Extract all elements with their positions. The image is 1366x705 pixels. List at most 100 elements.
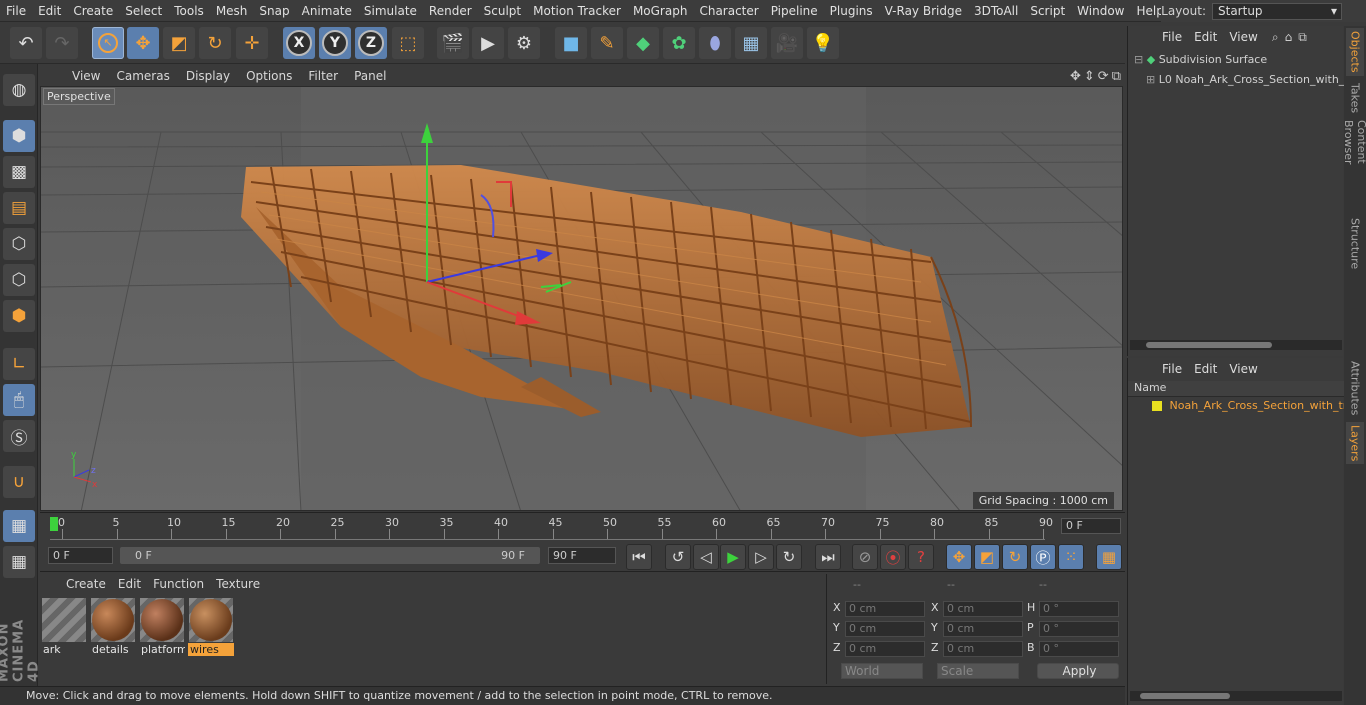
texture-mode-icon[interactable]: ▩ <box>3 156 35 188</box>
pan-icon[interactable]: ✥ <box>1070 69 1081 84</box>
material-swatch-wires[interactable]: wires <box>188 597 234 657</box>
tab-content-browser[interactable]: Content Browser <box>1342 120 1366 210</box>
perspective-viewport[interactable]: y z x <box>40 86 1123 511</box>
next-frame-icon[interactable]: ▷ <box>748 544 774 570</box>
tab-objects[interactable]: Objects <box>1346 28 1364 76</box>
current-frame-field[interactable]: 0 F <box>1061 518 1121 534</box>
coordinate-system-icon[interactable]: ⬚ <box>392 27 424 59</box>
coordinate-mode-select[interactable]: World <box>841 663 923 679</box>
play-icon[interactable]: ▶ <box>720 544 746 570</box>
light-icon[interactable]: 💡 <box>807 27 839 59</box>
scrollbar-thumb[interactable] <box>1140 693 1230 699</box>
previous-frame-icon[interactable]: ◁ <box>693 544 719 570</box>
position-z-field[interactable]: 0 cm <box>845 641 925 657</box>
menu-pipeline[interactable]: Pipeline <box>765 4 824 18</box>
autokey-icon[interactable]: ⦿ <box>880 544 906 570</box>
apply-button[interactable]: Apply <box>1037 663 1119 679</box>
viewport-menu-display[interactable]: Display <box>178 69 238 83</box>
model-mode-icon[interactable]: ⬢ <box>3 120 35 152</box>
rotate-tool-icon[interactable]: ↻ <box>199 27 231 59</box>
viewport-menu-panel[interactable]: Panel <box>346 69 394 83</box>
menu-tools[interactable]: Tools <box>168 4 210 18</box>
menu-window[interactable]: Window <box>1071 4 1130 18</box>
viewport-menu-options[interactable]: Options <box>238 69 300 83</box>
menu-script[interactable]: Script <box>1024 4 1071 18</box>
scale-tool-icon[interactable]: ◩ <box>163 27 195 59</box>
object-menu-edit[interactable]: Edit <box>1188 30 1223 44</box>
layer-menu-view[interactable]: View <box>1223 362 1263 376</box>
orbit-icon[interactable]: ⟳ <box>1098 69 1109 84</box>
object-horizontal-scrollbar[interactable] <box>1130 340 1342 350</box>
render-picture-viewer-icon[interactable]: ▶ <box>472 27 504 59</box>
move-tool-icon[interactable]: ✥ <box>127 27 159 59</box>
next-key-icon[interactable]: ↻ <box>776 544 802 570</box>
layer-menu-edit[interactable]: Edit <box>1188 362 1223 376</box>
rotation-h-field[interactable]: 0 ° <box>1039 601 1119 617</box>
material-menu-function[interactable]: Function <box>147 577 210 591</box>
dolly-icon[interactable]: ⇕ <box>1084 69 1095 84</box>
material-menu-edit[interactable]: Edit <box>112 577 147 591</box>
y-axis-lock[interactable]: Y <box>319 27 351 59</box>
size-mode-select[interactable]: Scale <box>937 663 1019 679</box>
position-y-field[interactable]: 0 cm <box>845 621 925 637</box>
size-y-field[interactable]: 0 cm <box>943 621 1023 637</box>
menu-edit[interactable]: Edit <box>32 4 67 18</box>
z-axis-lock[interactable]: Z <box>355 27 387 59</box>
edges-mode-icon[interactable]: ⬡ <box>3 264 35 296</box>
material-menu-create[interactable]: Create <box>60 577 112 591</box>
home-icon[interactable]: ⌂ <box>1285 30 1293 44</box>
mograph-cloner-icon[interactable]: ✿ <box>663 27 695 59</box>
menu-mograph[interactable]: MoGraph <box>627 4 694 18</box>
layer-color-swatch[interactable] <box>1152 401 1162 411</box>
key-rotation-icon[interactable]: ↻ <box>1002 544 1028 570</box>
menu-render[interactable]: Render <box>423 4 478 18</box>
viewport-menu-view[interactable]: View <box>64 69 108 83</box>
make-editable-icon[interactable]: ◍ <box>3 74 35 106</box>
tab-takes[interactable]: Takes <box>1346 80 1364 116</box>
key-parameter-icon[interactable]: Ⓟ <box>1030 544 1056 570</box>
redo-icon[interactable]: ↷ <box>46 27 78 59</box>
key-pla-icon[interactable]: ⁙ <box>1058 544 1084 570</box>
polygons-mode-icon[interactable]: ⬢ <box>3 300 35 332</box>
snapping-icon[interactable]: ∪ <box>3 466 35 498</box>
menu-character[interactable]: Character <box>693 4 764 18</box>
solo-mode-icon[interactable]: Ⓢ <box>3 420 35 452</box>
material-swatch-ark[interactable]: ark <box>41 597 87 657</box>
record-keys-icon[interactable]: ⊘ <box>852 544 878 570</box>
menu-mesh[interactable]: Mesh <box>210 4 254 18</box>
layer-menu-file[interactable]: File <box>1156 362 1188 376</box>
layout-select[interactable]: Startup <box>1212 2 1342 20</box>
tweak-mode-icon[interactable]: 🖱 <box>3 384 35 416</box>
workplane-mode-icon[interactable]: ▤ <box>3 192 35 224</box>
undo-icon[interactable]: ↶ <box>10 27 42 59</box>
menu-simulate[interactable]: Simulate <box>358 4 423 18</box>
timeline-window-icon[interactable]: ▦ <box>1096 544 1122 570</box>
position-x-field[interactable]: 0 cm <box>845 601 925 617</box>
expand-icon[interactable]: ⊞ <box>1146 73 1155 86</box>
locked-workplane-icon[interactable]: ▦ <box>3 546 35 578</box>
size-z-field[interactable]: 0 cm <box>943 641 1023 657</box>
menu-snap[interactable]: Snap <box>253 4 295 18</box>
axis-mode-icon[interactable]: ∟ <box>3 348 35 380</box>
key-scale-icon[interactable]: ◩ <box>974 544 1000 570</box>
transform-tool-icon[interactable]: ✛ <box>236 27 268 59</box>
preview-range-slider[interactable]: 0 F 90 F <box>120 547 540 564</box>
tab-layers[interactable]: Layers <box>1346 422 1364 464</box>
start-frame-field[interactable]: 0 F <box>48 547 113 564</box>
menu-3dtoall[interactable]: 3DToAll <box>968 4 1024 18</box>
object-row-noah-ark[interactable]: ⊞ L0 Noah_Ark_Cross_Section_with_tr <box>1146 73 1353 86</box>
goto-end-icon[interactable]: ⏭ <box>815 544 841 570</box>
menu-plugins[interactable]: Plugins <box>824 4 879 18</box>
render-settings-icon[interactable]: ⚙ <box>508 27 540 59</box>
collapse-icon[interactable]: ⊟ <box>1134 53 1143 66</box>
previous-key-icon[interactable]: ↺ <box>665 544 691 570</box>
viewport-menu-cameras[interactable]: Cameras <box>108 69 177 83</box>
object-menu-view[interactable]: View <box>1223 30 1263 44</box>
size-x-field[interactable]: 0 cm <box>943 601 1023 617</box>
menu-sculpt[interactable]: Sculpt <box>478 4 527 18</box>
material-swatch-details[interactable]: details <box>90 597 136 657</box>
render-view-icon[interactable]: 🎬 <box>437 27 469 59</box>
scrollbar-thumb[interactable] <box>1146 342 1272 348</box>
menu-create[interactable]: Create <box>67 4 119 18</box>
pen-spline-icon[interactable]: ✎ <box>591 27 623 59</box>
